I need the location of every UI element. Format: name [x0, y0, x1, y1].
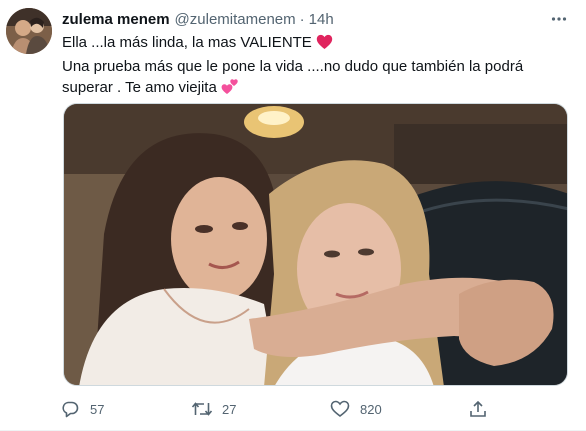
tweet[interactable]: zulema menem @zulemitamenem · 14h Ella .…	[0, 0, 586, 431]
reply-icon[interactable]	[56, 395, 84, 423]
retweet-count: 27	[222, 401, 237, 417]
red-heart-icon	[316, 34, 333, 56]
share-icon[interactable]	[464, 395, 492, 423]
reply-count: 57	[90, 401, 105, 417]
tweet-actions: 57 27 820	[56, 395, 496, 423]
more-icon[interactable]	[546, 7, 572, 31]
like-button[interactable]: 820	[326, 395, 382, 423]
tweet-header: zulema menem @zulemitamenem · 14h	[62, 9, 570, 29]
like-icon[interactable]	[326, 395, 354, 423]
tweet-text-line1-content: Ella ...la más linda, la mas VALIENTE	[62, 34, 312, 51]
like-count: 820	[360, 401, 382, 417]
display-name[interactable]: zulema menem	[62, 11, 170, 28]
tweet-text-line1: Ella ...la más linda, la mas VALIENTE	[62, 32, 568, 56]
avatar[interactable]	[6, 8, 52, 54]
tweet-text: Ella ...la más linda, la mas VALIENTE Un…	[62, 32, 568, 101]
share-button[interactable]	[464, 395, 492, 423]
tweet-text-line2-content: Una prueba más que le pone la vida ....n…	[62, 58, 524, 96]
retweet-icon[interactable]	[188, 395, 216, 423]
handle[interactable]: @zulemitamenem	[175, 11, 296, 28]
timestamp[interactable]: 14h	[309, 11, 334, 28]
tweet-text-line2: Una prueba más que le pone la vida ....n…	[62, 56, 568, 101]
reply-button[interactable]: 57	[56, 395, 104, 423]
two-hearts-icon	[221, 78, 239, 101]
tweet-photo[interactable]	[63, 103, 568, 386]
retweet-button[interactable]: 27	[188, 395, 236, 423]
separator-dot: ·	[299, 10, 305, 28]
